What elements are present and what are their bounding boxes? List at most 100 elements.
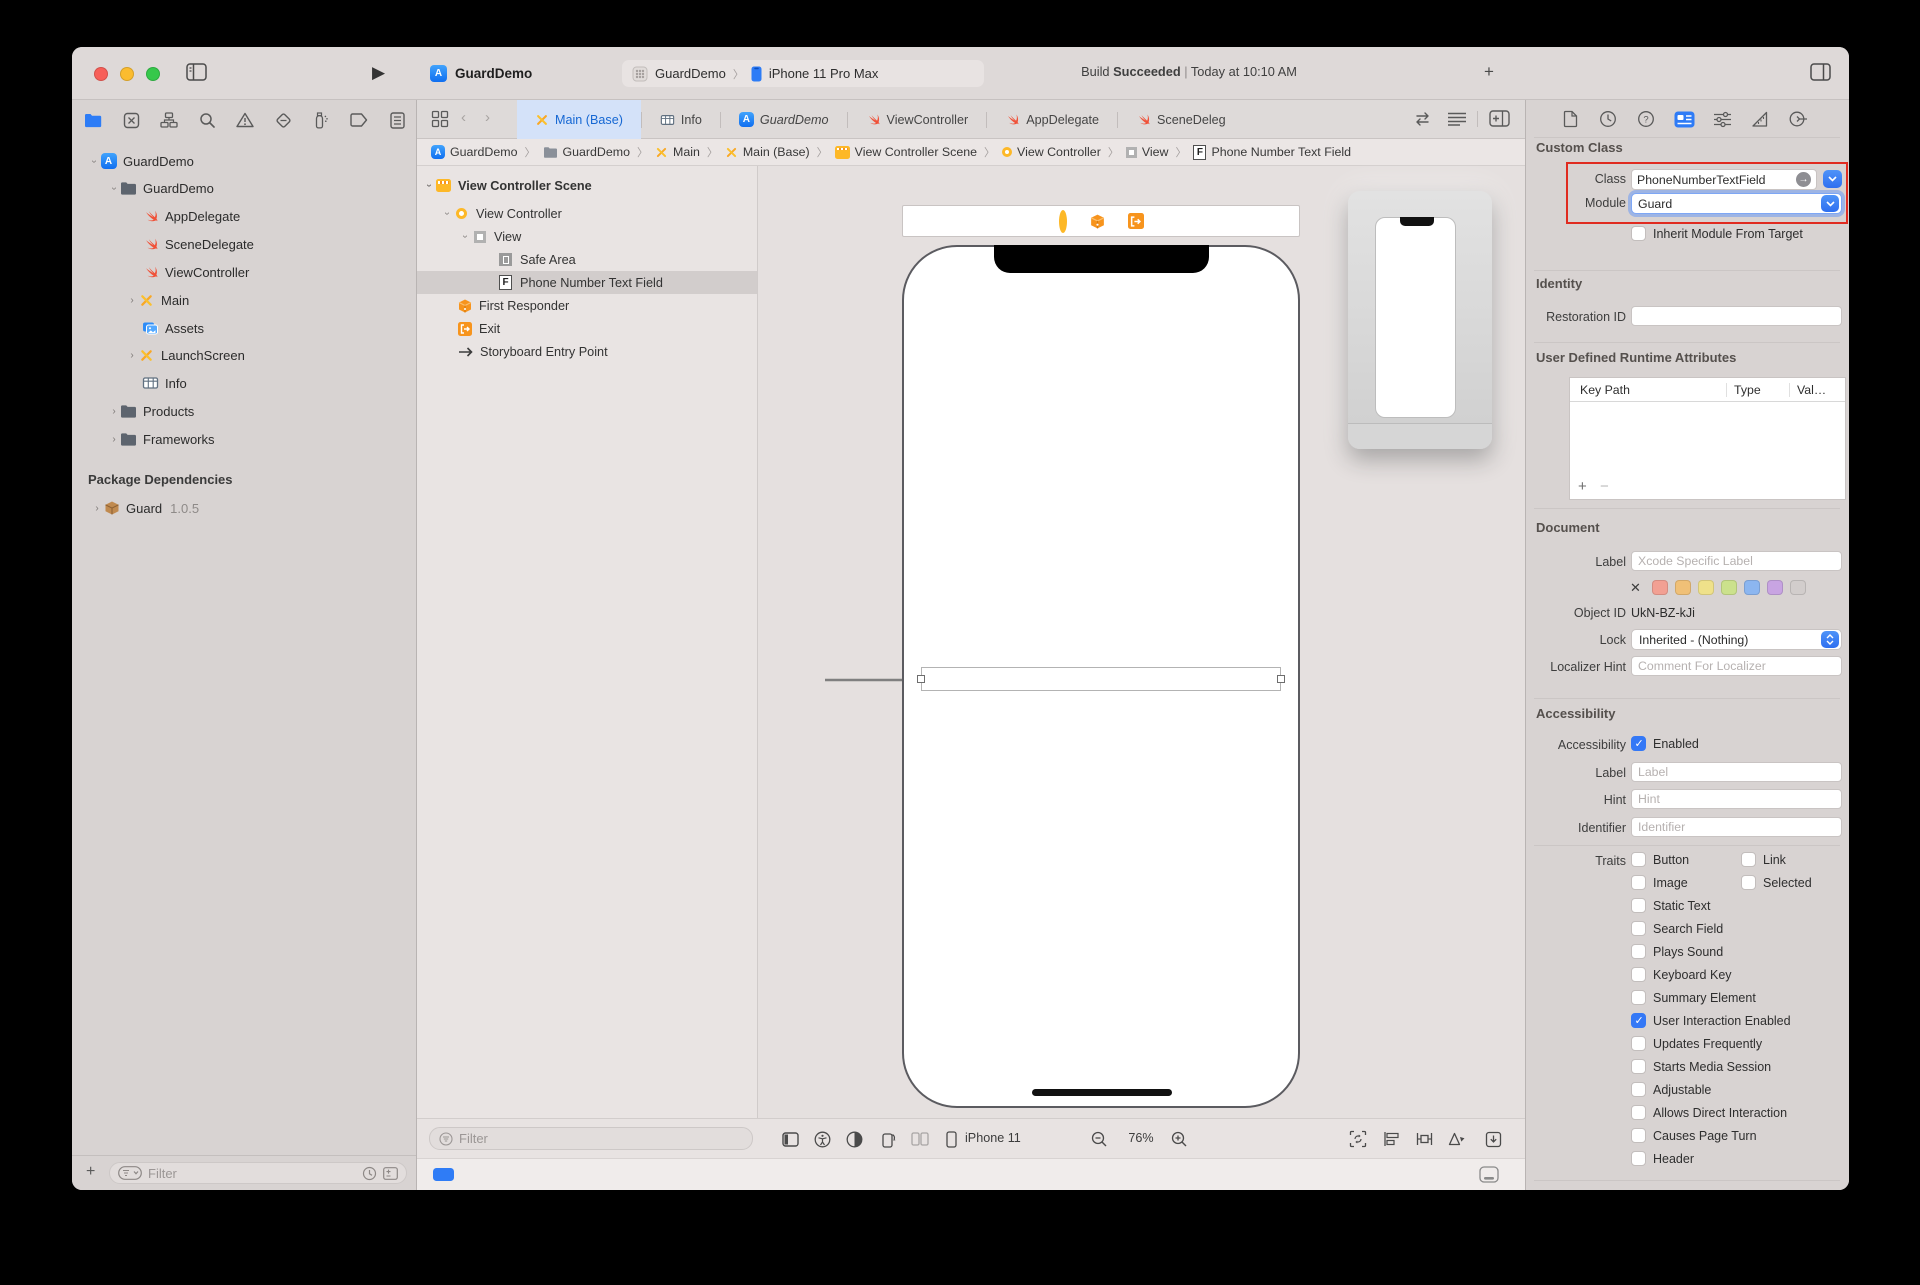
trait-adjustable[interactable]: Adjustable — [1631, 1082, 1711, 1097]
accessibility-preview-icon[interactable] — [812, 1129, 832, 1149]
breakpoint-navigator-icon[interactable] — [349, 110, 369, 130]
outline-first-responder[interactable]: First Responder — [417, 294, 757, 317]
selected-object-chip[interactable] — [433, 1168, 454, 1181]
file-inspector-icon[interactable] — [1559, 108, 1581, 130]
dock-exit-icon[interactable] — [1128, 213, 1144, 229]
tree-item-group-guarddemo[interactable]: › GuardDemo — [72, 174, 416, 202]
swatch-blue[interactable] — [1744, 580, 1760, 595]
device-preview-thumbnail[interactable] — [1348, 191, 1492, 449]
disclosure-triangle[interactable]: › — [109, 182, 120, 194]
resolve-autolayout-icon[interactable] — [1447, 1129, 1467, 1149]
size-inspector-icon[interactable] — [1749, 108, 1771, 130]
trait-selected[interactable]: Selected — [1741, 875, 1812, 890]
jump-to-class-arrow[interactable]: → — [1796, 172, 1811, 187]
zoom-out-icon[interactable] — [1089, 1129, 1109, 1149]
lock-dropdown[interactable]: Inherited - (Nothing) — [1631, 629, 1842, 650]
trait-updates-frequently[interactable]: Updates Frequently — [1631, 1036, 1762, 1051]
outline-exit[interactable]: Exit — [417, 317, 757, 340]
breadcrumb-view-controller[interactable]: View Controller — [1002, 145, 1101, 159]
inherit-module-checkbox[interactable] — [1631, 226, 1646, 241]
connections-inspector-icon[interactable] — [1787, 108, 1809, 130]
test-navigator-icon[interactable] — [273, 110, 293, 130]
localizer-hint-field[interactable] — [1631, 656, 1842, 676]
dock-first-responder-icon[interactable] — [1089, 213, 1106, 230]
a11y-hint-field[interactable] — [1631, 789, 1842, 809]
column-key-path[interactable]: Key Path — [1570, 383, 1727, 397]
add-button[interactable]: + — [86, 1163, 95, 1181]
runtime-attributes-table[interactable]: Key Path Type Val… + − — [1569, 377, 1846, 500]
scheme-selector[interactable]: GuardDemo 〉 iPhone 11 Pro Max — [622, 60, 984, 87]
view-as-icon[interactable] — [780, 1129, 800, 1149]
device-label[interactable]: iPhone 11 — [965, 1131, 1021, 1145]
toggle-right-sidebar-icon[interactable] — [1810, 63, 1831, 81]
outline-scene[interactable]: › View Controller Scene — [417, 174, 757, 197]
disclosure-triangle[interactable]: › — [126, 350, 138, 361]
module-combo[interactable]: Guard — [1631, 193, 1842, 214]
related-items-grid-icon[interactable] — [431, 110, 449, 128]
tree-item-frameworks[interactable]: › Frameworks — [72, 425, 416, 453]
tab-info[interactable]: Info — [642, 100, 720, 139]
phone-number-text-field[interactable] — [921, 667, 1281, 691]
outline-view-controller[interactable]: › View Controller — [417, 202, 757, 225]
breadcrumb-text-field[interactable]: FPhone Number Text Field — [1193, 145, 1351, 160]
dock-view-controller-icon[interactable] — [1059, 214, 1067, 229]
disclosure-triangle[interactable]: › — [89, 155, 100, 167]
inherit-module-row[interactable]: Inherit Module From Target — [1631, 226, 1803, 241]
accessibility-enabled-row[interactable]: Enabled — [1631, 736, 1699, 751]
storyboard-canvas[interactable] — [758, 166, 1525, 1118]
update-frames-icon[interactable] — [1348, 1129, 1368, 1149]
tab-guarddemo[interactable]: A GuardDemo — [721, 100, 847, 139]
zoom-in-icon[interactable] — [1169, 1129, 1189, 1149]
tree-item-products[interactable]: › Products — [72, 397, 416, 425]
trait-button[interactable]: Button — [1631, 852, 1689, 867]
swatch-green[interactable] — [1721, 580, 1737, 595]
recent-files-clock-icon[interactable] — [362, 1166, 377, 1181]
breadcrumb-project[interactable]: AGuardDemo — [431, 145, 518, 159]
trait-keyboard-key[interactable]: Keyboard Key — [1631, 967, 1732, 982]
zoom-window-button[interactable] — [146, 67, 160, 81]
run-button[interactable]: ▶ — [372, 63, 385, 83]
trait-allows-direct-interaction[interactable]: Allows Direct Interaction — [1631, 1105, 1787, 1120]
tree-item-info-plist[interactable]: Info — [72, 369, 416, 397]
tree-item-appdelegate[interactable]: AppDelegate — [72, 202, 416, 230]
disclosure-triangle[interactable]: › — [91, 503, 103, 514]
go-forward-button[interactable]: › — [485, 109, 490, 126]
breadcrumb-view[interactable]: View — [1126, 145, 1169, 159]
swatch-orange[interactable] — [1675, 580, 1691, 595]
trait-plays-sound[interactable]: Plays Sound — [1631, 944, 1723, 959]
remove-attribute-button[interactable]: − — [1600, 478, 1609, 495]
tab-main-base[interactable]: Main (Base) — [517, 100, 641, 139]
tab-viewcontroller[interactable]: ViewController — [848, 100, 987, 139]
class-dropdown-button[interactable] — [1823, 170, 1842, 188]
trait-summary-element[interactable]: Summary Element — [1631, 990, 1756, 1005]
outline-entry-point[interactable]: Storyboard Entry Point — [417, 340, 757, 363]
split-view-icon[interactable] — [910, 1129, 930, 1149]
accessibility-enabled-checkbox[interactable] — [1631, 736, 1646, 751]
hide-canvas-toolbar-icon[interactable] — [1479, 1166, 1499, 1183]
minimize-window-button[interactable] — [120, 67, 134, 81]
outline-safe-area[interactable]: Safe Area — [417, 248, 757, 271]
trait-search-field[interactable]: Search Field — [1631, 921, 1723, 936]
document-label-field[interactable] — [1631, 551, 1842, 571]
column-type[interactable]: Type — [1727, 383, 1790, 397]
breadcrumb-group[interactable]: GuardDemo — [543, 145, 631, 159]
history-inspector-icon[interactable] — [1597, 108, 1619, 130]
swatch-gray[interactable] — [1790, 580, 1806, 595]
breadcrumb-scene[interactable]: View Controller Scene — [835, 145, 977, 159]
module-dropdown-button[interactable] — [1821, 195, 1839, 212]
close-window-button[interactable] — [94, 67, 108, 81]
breadcrumb-main[interactable]: Main — [655, 145, 700, 159]
breadcrumb-main-base[interactable]: Main (Base) — [725, 145, 810, 159]
tree-item-guard-package[interactable]: › Guard 1.0.5 — [72, 494, 416, 522]
find-navigator-icon[interactable] — [197, 110, 217, 130]
class-field[interactable]: PhoneNumberTextField → — [1631, 169, 1817, 190]
issue-navigator-icon[interactable] — [235, 110, 255, 130]
go-back-button[interactable]: ‹ — [461, 109, 466, 126]
trait-user-interaction-enabled[interactable]: User Interaction Enabled — [1631, 1013, 1791, 1028]
navigator-filter-field[interactable]: Filter — [109, 1162, 407, 1184]
trait-image[interactable]: Image — [1631, 875, 1688, 890]
tree-item-project-guarddemo[interactable]: › A GuardDemo — [72, 147, 416, 175]
add-editor-icon[interactable] — [1489, 110, 1510, 127]
swatch-purple[interactable] — [1767, 580, 1783, 595]
appearance-icon[interactable] — [844, 1129, 864, 1149]
